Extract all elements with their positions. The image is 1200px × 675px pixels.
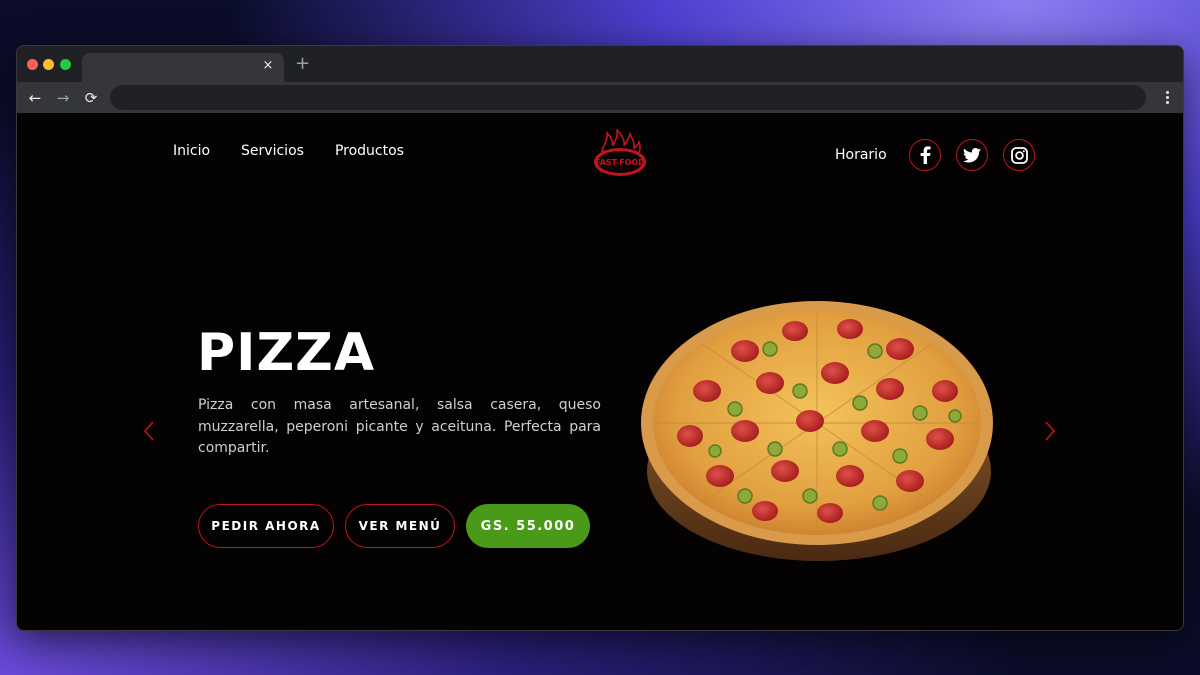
- facebook-button[interactable]: [909, 139, 941, 171]
- tab-close-icon[interactable]: ×: [260, 58, 276, 74]
- nav-link-productos[interactable]: Productos: [335, 143, 404, 159]
- horario-link[interactable]: Horario: [835, 147, 887, 163]
- svg-text:FAST-FOOD: FAST-FOOD: [595, 158, 645, 167]
- nav-link-servicios[interactable]: Servicios: [241, 143, 304, 159]
- view-menu-button[interactable]: VER MENÚ: [345, 504, 455, 548]
- instagram-button[interactable]: [1003, 139, 1035, 171]
- fast-food-logo[interactable]: FAST-FOOD: [592, 129, 648, 179]
- back-arrow-icon[interactable]: ←: [25, 88, 45, 108]
- nav-link-inicio[interactable]: Inicio: [173, 143, 210, 159]
- browser-menu-icon[interactable]: [1159, 88, 1175, 108]
- new-tab-button[interactable]: +: [295, 54, 310, 74]
- hero-description: Pizza con masa artesanal, salsa casera, …: [198, 397, 601, 456]
- browser-toolbar: ← → ⟳: [17, 82, 1183, 113]
- instagram-icon: [1010, 146, 1028, 164]
- browser-titlebar: × +: [17, 46, 1183, 82]
- minimize-window-button[interactable]: [43, 59, 54, 70]
- price-badge[interactable]: GS. 55.000: [466, 504, 590, 548]
- main-nav: Inicio Servicios Productos: [173, 143, 404, 159]
- chevron-right-icon[interactable]: [1042, 419, 1058, 443]
- order-now-button[interactable]: PEDIR AHORA: [198, 504, 334, 548]
- browser-window: × + ← → ⟳ Inicio Servicios Productos FAS…: [16, 45, 1184, 631]
- pizza-image: [641, 301, 993, 561]
- browser-tab[interactable]: ×: [82, 53, 284, 82]
- twitter-icon: [963, 147, 981, 163]
- facebook-icon: [920, 146, 931, 164]
- address-bar[interactable]: [110, 85, 1146, 110]
- close-window-button[interactable]: [27, 59, 38, 70]
- forward-arrow-icon[interactable]: →: [53, 88, 73, 108]
- hero-title: PIZZA: [197, 323, 376, 383]
- chevron-left-icon[interactable]: [141, 419, 157, 443]
- maximize-window-button[interactable]: [60, 59, 71, 70]
- twitter-button[interactable]: [956, 139, 988, 171]
- page-content: Inicio Servicios Productos FAST-FOOD Hor…: [17, 113, 1183, 630]
- reload-icon[interactable]: ⟳: [81, 88, 101, 108]
